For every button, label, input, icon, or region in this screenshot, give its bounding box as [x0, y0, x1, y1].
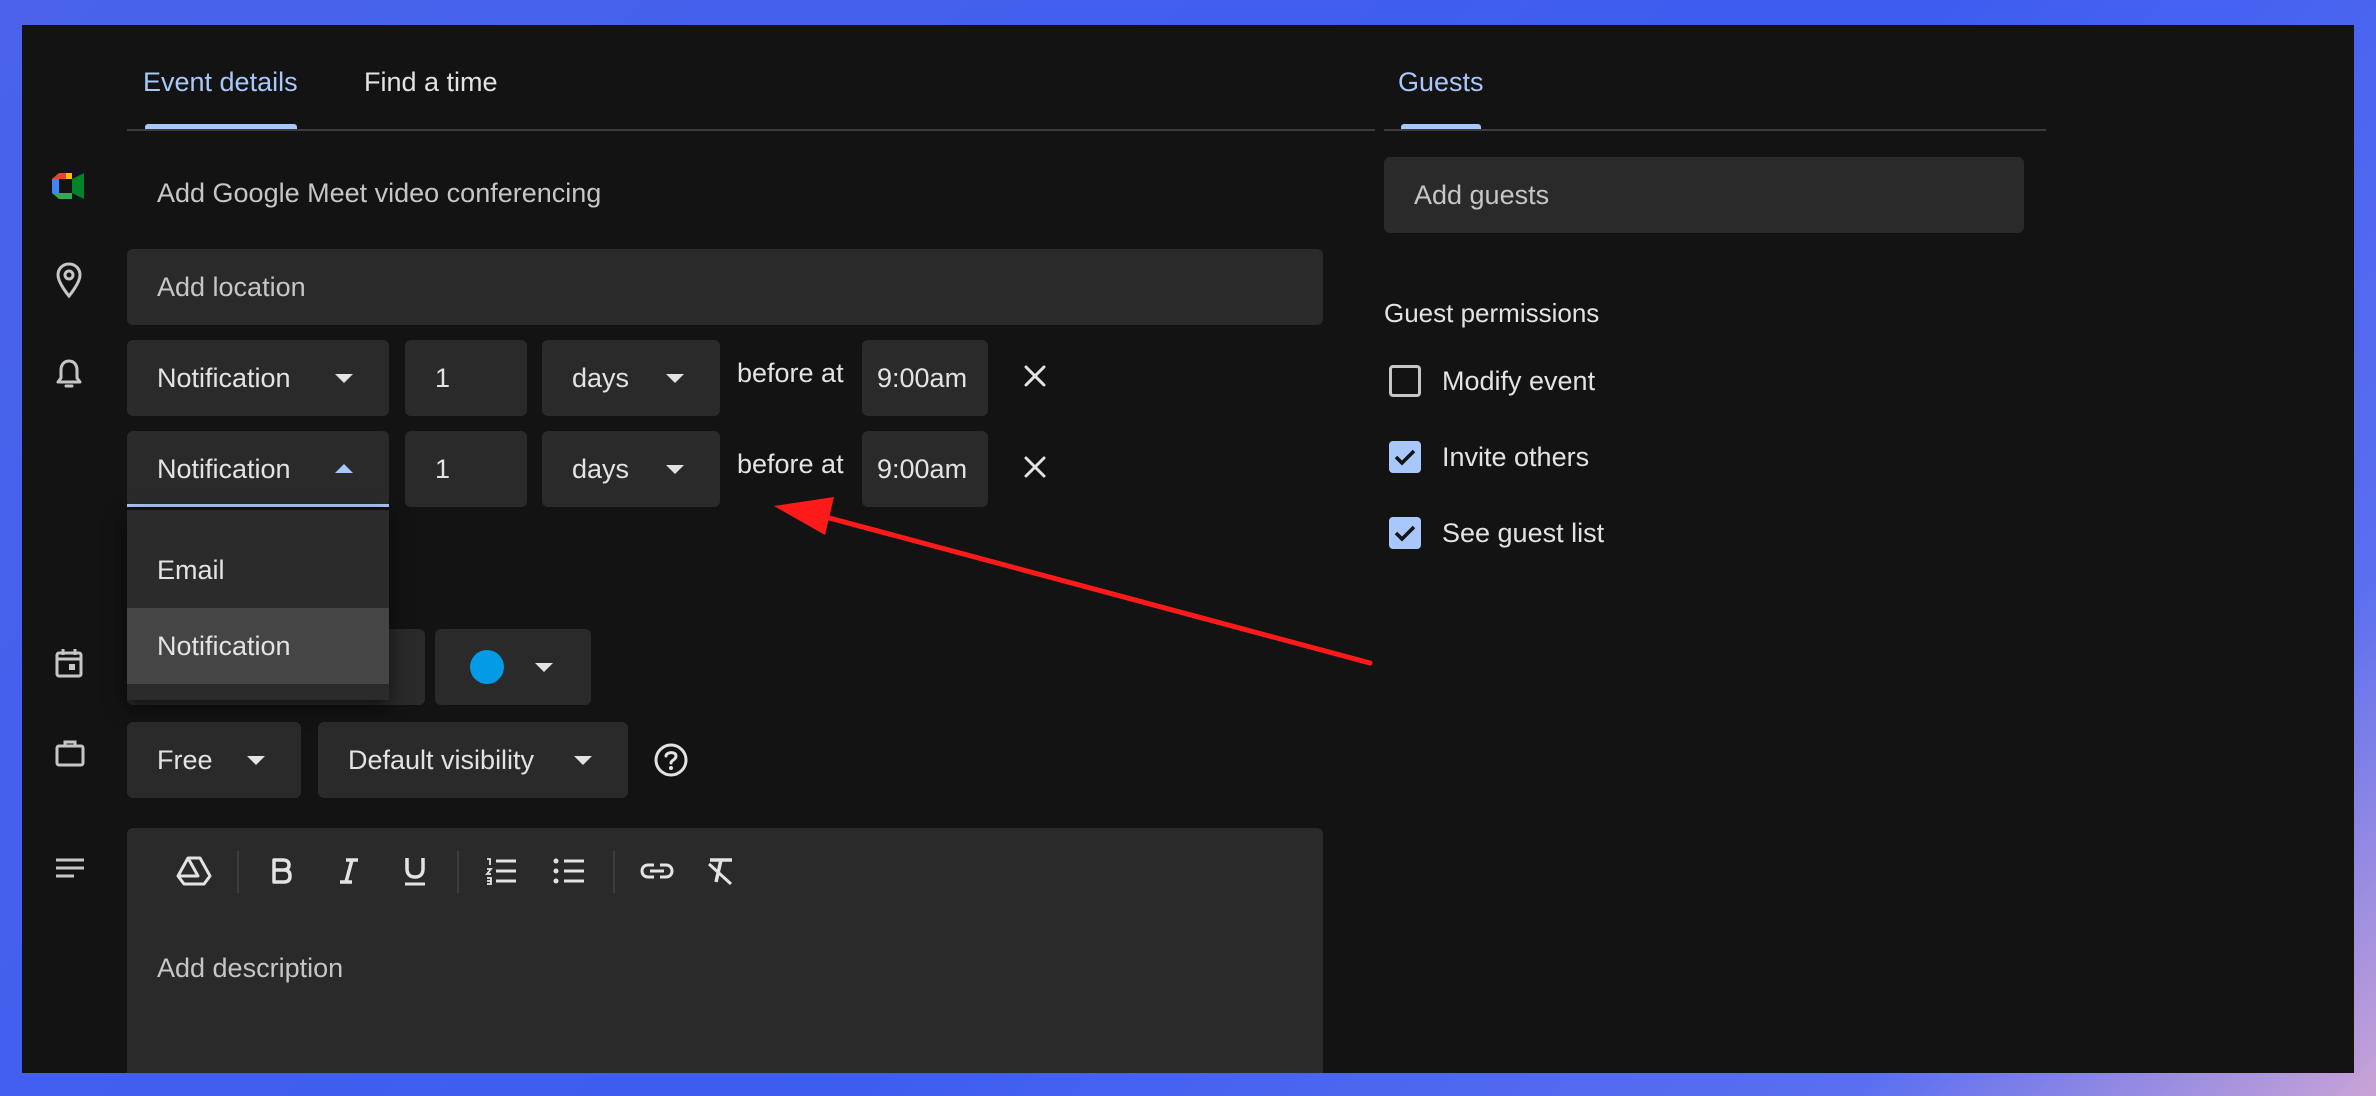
event-editor-panel: Event details Find a time Guests Add Goo…	[22, 25, 2354, 1073]
annotation-arrow	[774, 497, 1373, 666]
